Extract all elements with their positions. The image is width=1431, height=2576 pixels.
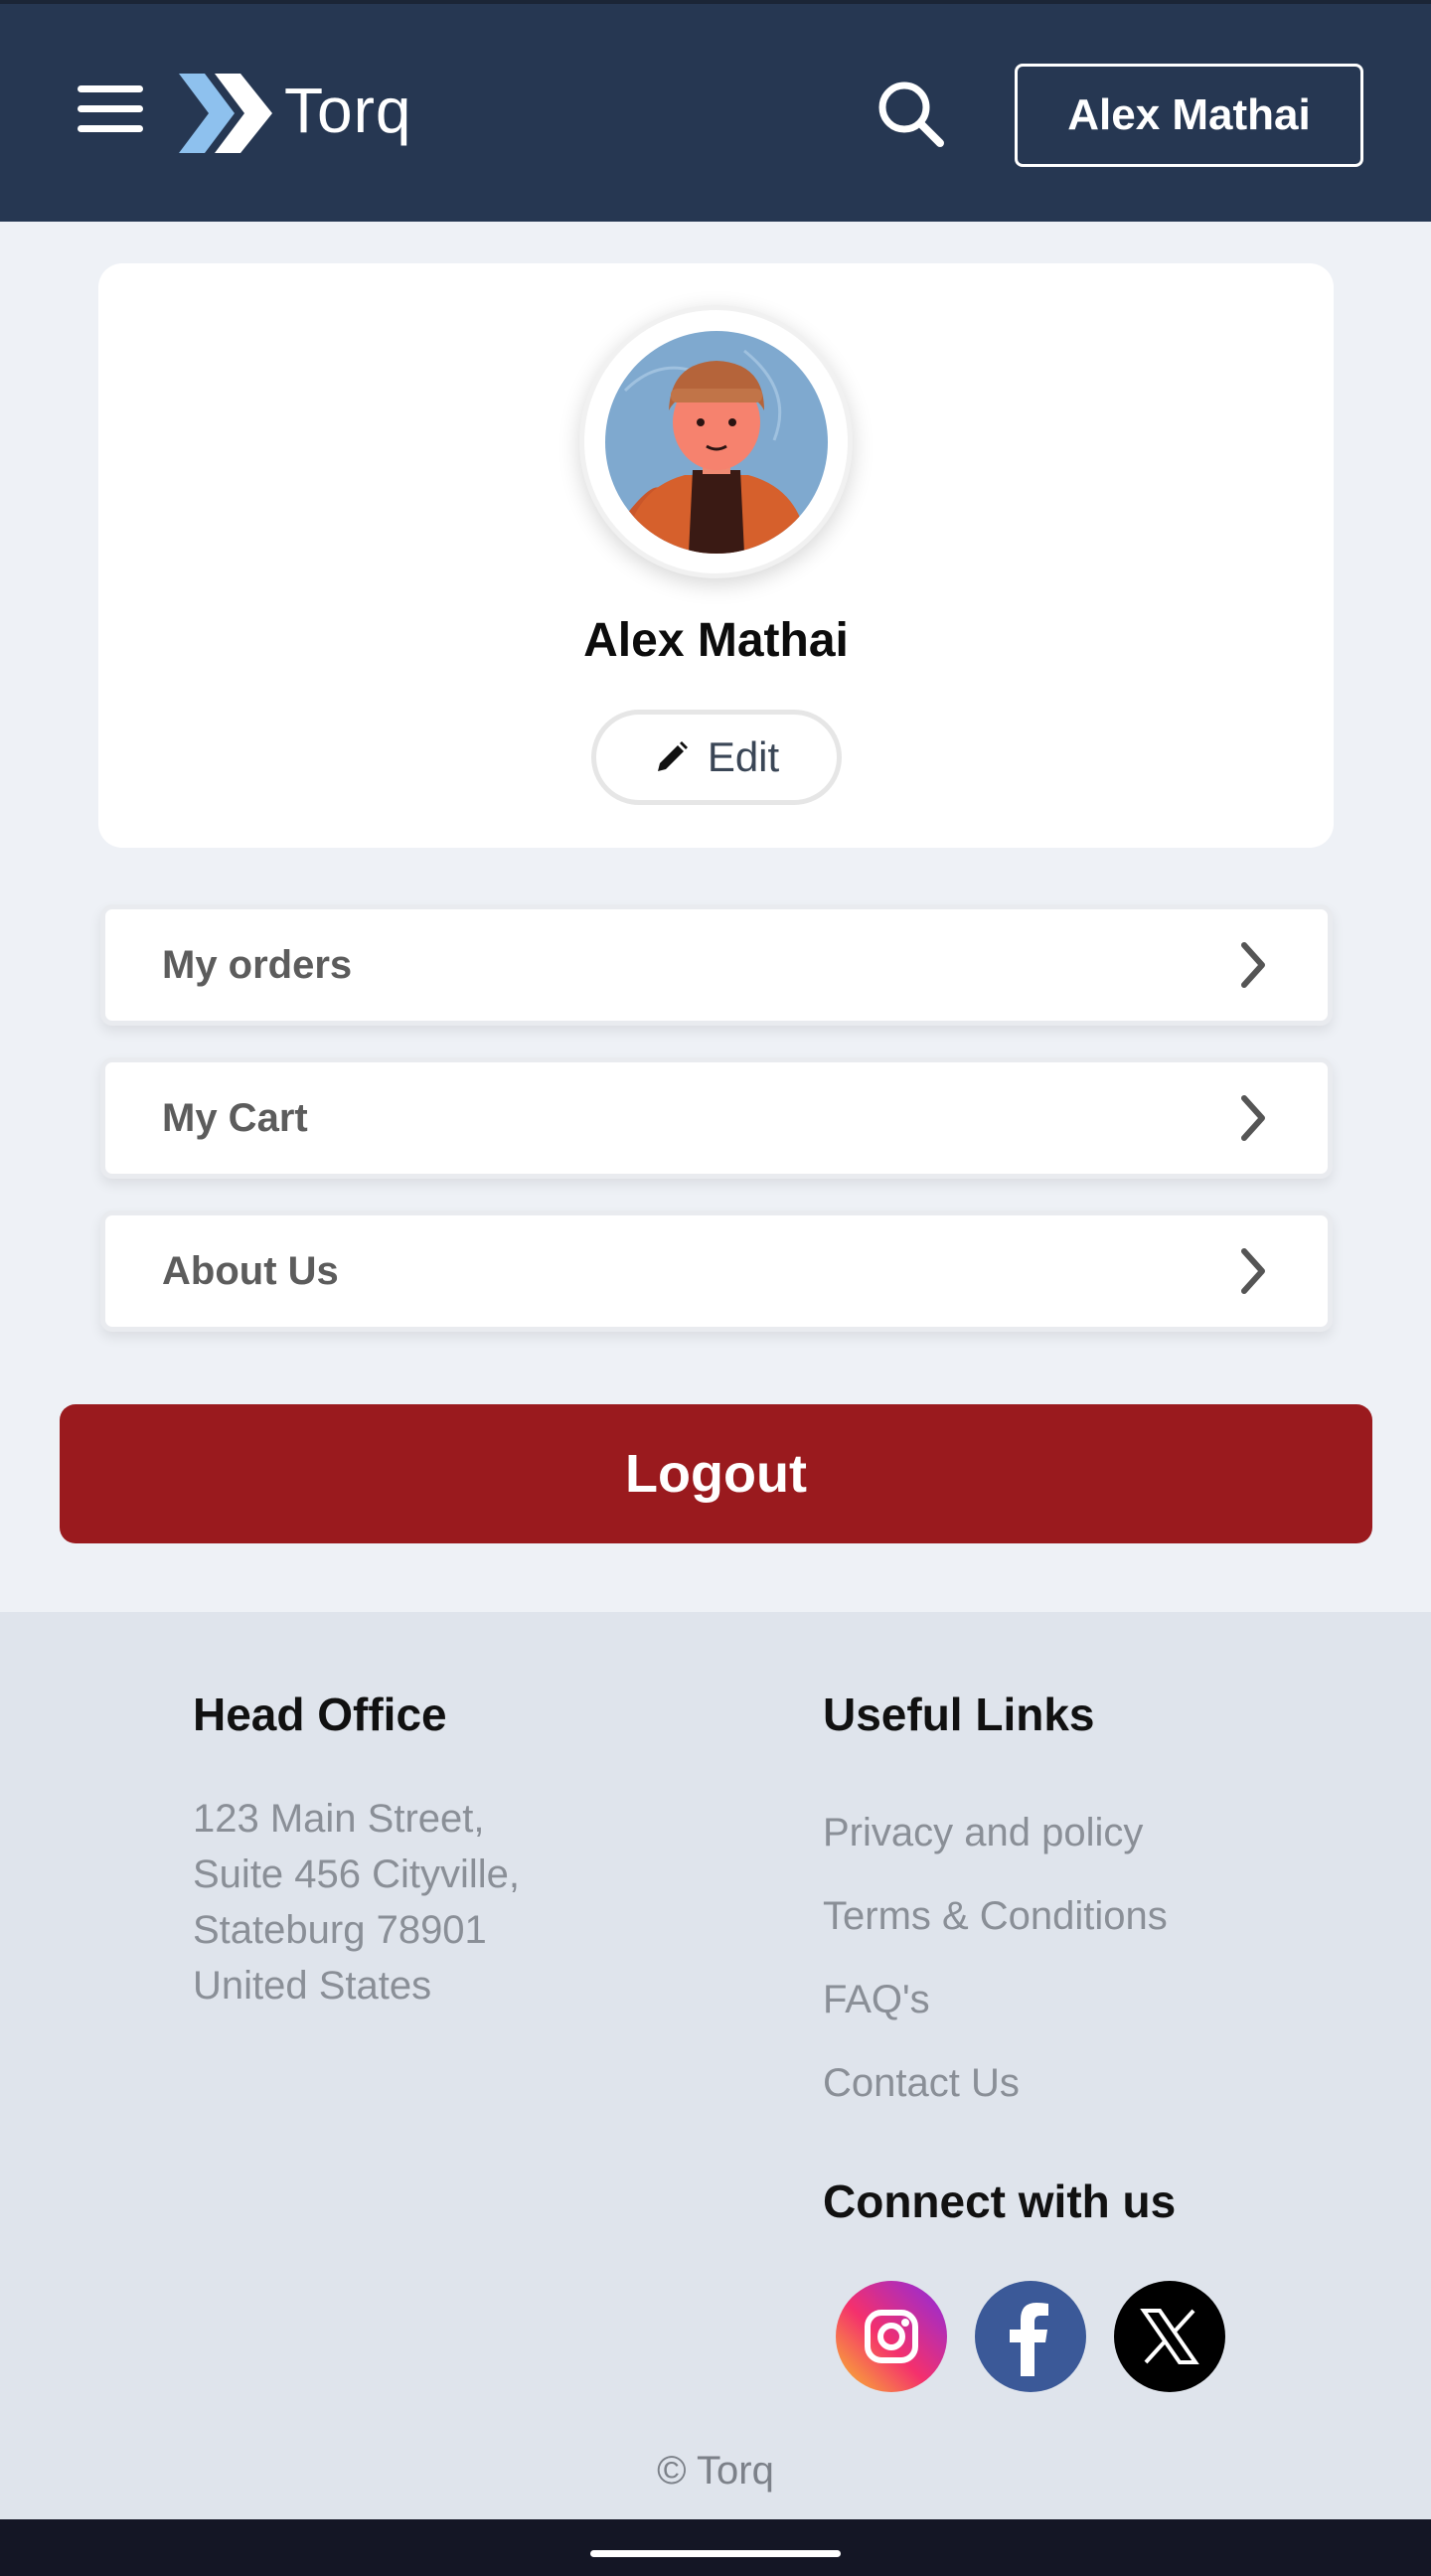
profile-card: Alex Mathai Edit [98, 263, 1334, 848]
connect-title: Connect with us [823, 2175, 1177, 2227]
menu-item-about-us[interactable]: About Us [100, 1210, 1333, 1332]
menu-item-my-cart[interactable]: My Cart [100, 1057, 1333, 1179]
chevron-right-icon [1241, 1095, 1265, 1141]
address-line: 123 Main Street, [193, 1797, 485, 1841]
address-line: United States [193, 1964, 432, 2008]
link-privacy-policy[interactable]: Privacy and policy [823, 1811, 1143, 1855]
torq-logo-icon [179, 74, 272, 153]
search-icon[interactable] [874, 78, 946, 149]
useful-links-title: Useful Links [823, 1689, 1095, 1740]
footer: Head Office 123 Main Street, Suite 456 C… [0, 1612, 1431, 2519]
home-indicator[interactable] [590, 2550, 841, 2557]
user-avatar-icon [604, 330, 828, 554]
address-line: Suite 456 Cityville, [193, 1852, 521, 1896]
hamburger-menu-icon[interactable] [78, 85, 143, 135]
system-navigation-bar [0, 2519, 1431, 2576]
facebook-icon[interactable] [975, 2281, 1086, 2392]
chevron-right-icon [1241, 942, 1265, 988]
edit-profile-button[interactable]: Edit [591, 710, 842, 805]
address-line: Stateburg 78901 [193, 1908, 487, 1952]
app-header: Torq Alex Mathai [0, 0, 1431, 222]
brand-logo[interactable]: Torq [179, 70, 412, 157]
menu-item-label: About Us [162, 1248, 339, 1293]
brand-name: Torq [284, 75, 412, 146]
logout-button[interactable]: Logout [60, 1404, 1372, 1543]
link-terms-conditions[interactable]: Terms & Conditions [823, 1894, 1168, 1939]
edit-label: Edit [707, 733, 780, 780]
chevron-right-icon [1241, 1248, 1265, 1294]
link-contact-us[interactable]: Contact Us [823, 2061, 1020, 2106]
link-faqs[interactable]: FAQ's [823, 1978, 930, 2022]
profile-name: Alex Mathai [583, 614, 849, 667]
copyright-text: © Torq [657, 2449, 774, 2493]
instagram-icon[interactable] [836, 2281, 947, 2392]
avatar [579, 305, 853, 578]
menu-item-label: My Cart [162, 1095, 308, 1140]
menu-item-my-orders[interactable]: My orders [100, 904, 1333, 1026]
menu-item-label: My orders [162, 942, 353, 987]
user-account-button[interactable]: Alex Mathai [1015, 64, 1363, 167]
address-block: 123 Main Street, Suite 456 Cityville, St… [193, 1791, 520, 2013]
x-icon[interactable] [1114, 2281, 1225, 2392]
head-office-title: Head Office [193, 1689, 447, 1740]
pencil-icon [657, 741, 688, 771]
